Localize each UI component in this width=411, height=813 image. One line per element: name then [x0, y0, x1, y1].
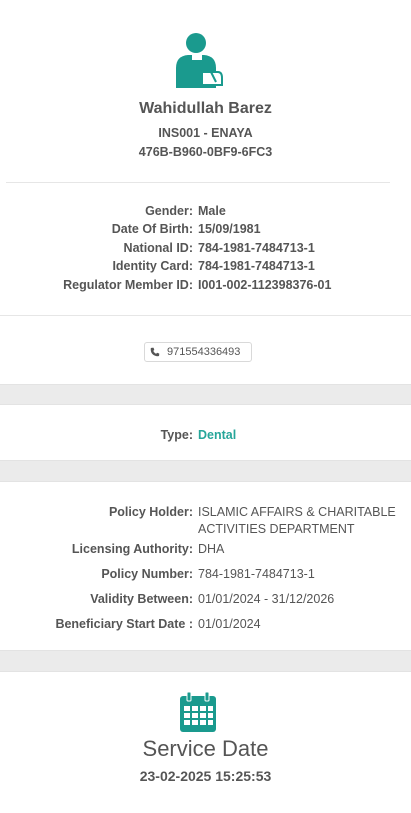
detail-label: Regulator Member ID: [63, 278, 193, 292]
detail-label: Date Of Birth: [111, 222, 193, 236]
policy-value: 01/01/2024 - 31/12/2026 [198, 592, 335, 606]
detail-value: 15/09/1981 [198, 222, 261, 236]
member-card-code: 476B-B960-0BF9-6FC3 [138, 145, 273, 159]
policy-label: Licensing Authority: [71, 542, 193, 556]
policy-value: 01/01/2024 [198, 617, 261, 631]
detail-row-regulator-id: Regulator Member ID: I001-002-112398376-… [0, 278, 411, 294]
detail-label: Gender: [145, 204, 193, 218]
phone-icon [150, 347, 160, 357]
phone-button[interactable]: 971554336493 [144, 342, 252, 362]
member-name: Wahidullah Barez [139, 100, 272, 117]
coverage-type-card: Type: Dental [0, 404, 411, 461]
service-date-title: Service Date [142, 736, 269, 761]
detail-label: National ID: [123, 241, 193, 255]
policy-value: ISLAMIC AFFAIRS & CHARITABLE ACTIVITIES … [198, 505, 396, 536]
type-value: Dental [198, 428, 237, 442]
detail-value: Male [198, 204, 226, 218]
policy-details-card: Policy Holder: ISLAMIC AFFAIRS & CHARITA… [0, 481, 411, 651]
policy-label: Validity Between: [90, 592, 193, 606]
insurer-code: INS001 - ENAYA [158, 126, 253, 140]
detail-row-national-id: National ID: 784-1981-7484713-1 [0, 241, 411, 257]
detail-row-dob: Date Of Birth: 15/09/1981 [0, 222, 411, 238]
policy-value: 784-1981-7484713-1 [198, 567, 315, 581]
detail-value: 784-1981-7484713-1 [198, 259, 315, 273]
detail-value: 784-1981-7484713-1 [198, 241, 315, 255]
detail-row-gender: Gender: Male [0, 204, 411, 220]
member-profile-card: Wahidullah Barez INS001 - ENAYA 476B-B96… [0, 0, 411, 385]
service-date-value: 23-02-2025 15:25:53 [139, 768, 272, 784]
service-date-card: Service Date 23-02-2025 15:25:53 [0, 671, 411, 813]
phone-number: 971554336493 [167, 346, 241, 358]
policy-value: DHA [198, 542, 225, 556]
type-label: Type: [160, 428, 193, 442]
divider [6, 182, 390, 183]
user-avatar-icon [176, 33, 223, 88]
policy-label: Policy Holder: [108, 505, 193, 519]
divider [0, 315, 411, 316]
detail-row-identity-card: Identity Card: 784-1981-7484713-1 [0, 259, 411, 275]
policy-label: Policy Number: [101, 567, 193, 581]
detail-value: I001-002-112398376-01 [198, 278, 332, 292]
detail-label: Identity Card: [112, 259, 193, 273]
calendar-icon [180, 692, 216, 732]
policy-label: Beneficiary Start Date : [55, 617, 193, 631]
